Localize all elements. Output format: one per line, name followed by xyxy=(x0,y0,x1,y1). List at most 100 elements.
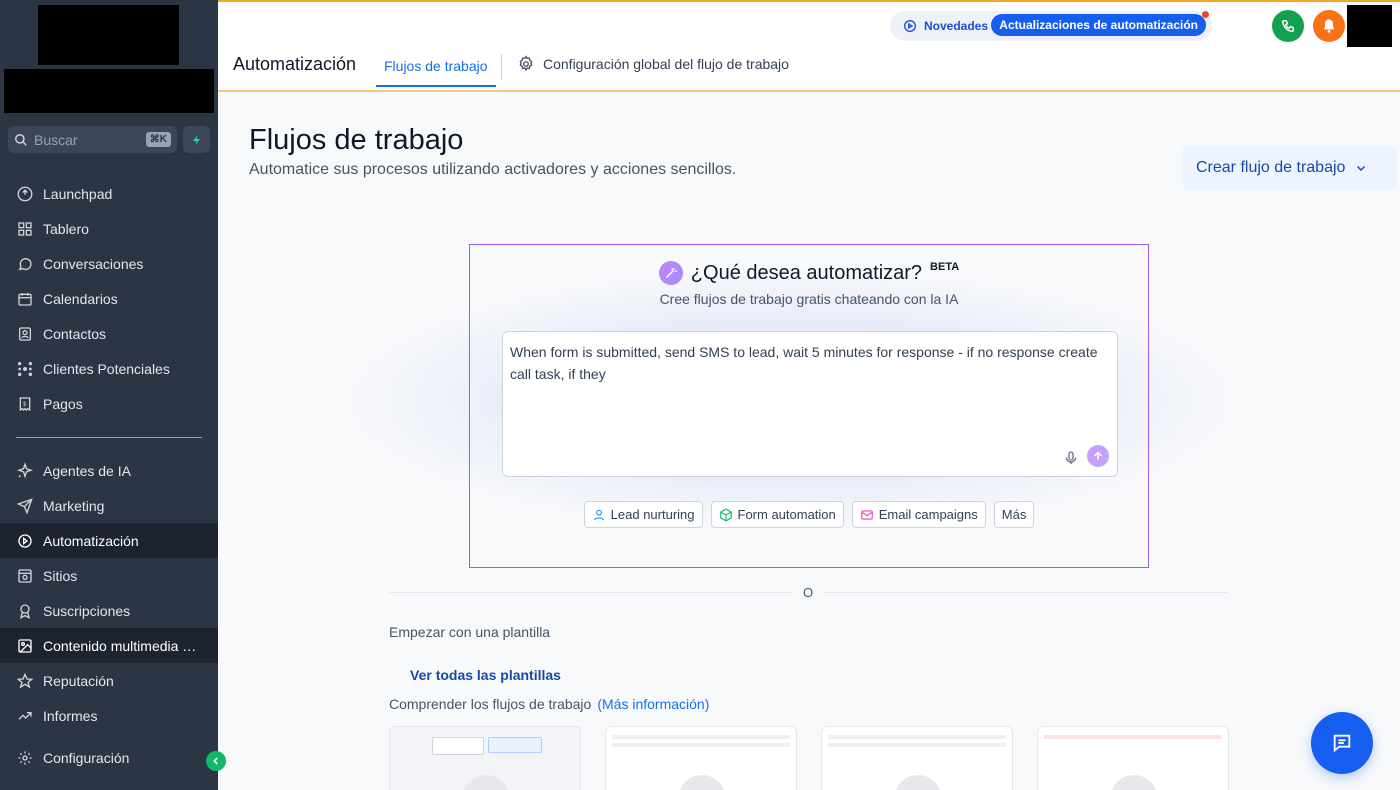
nav-secondary: Agentes de IA Marketing Automatización S… xyxy=(0,453,218,733)
sidebar-item-contactos[interactable]: Contactos xyxy=(0,316,218,351)
sidebar-item-tablero[interactable]: Tablero xyxy=(0,211,218,246)
nav-settings: Configuración xyxy=(0,740,218,775)
sidebar-item-automatizacion[interactable]: Automatización xyxy=(0,523,218,558)
user-icon xyxy=(592,508,606,522)
sidebar-divider xyxy=(16,437,202,438)
sidebar-item-label: Automatización xyxy=(43,532,139,549)
chip-label: Form automation xyxy=(737,507,836,522)
award-icon xyxy=(16,602,34,620)
user-avatar[interactable] xyxy=(1347,5,1392,47)
sidebar-item-label: Configuración xyxy=(43,749,130,766)
lightning-icon xyxy=(192,134,200,145)
suggestion-chips: Lead nurturing Form automation Email cam… xyxy=(470,501,1148,528)
sidebar-item-label: Launchpad xyxy=(43,185,113,202)
automation-icon xyxy=(16,532,34,550)
sidebar-item-marketing[interactable]: Marketing xyxy=(0,488,218,523)
notifications-button[interactable] xyxy=(1313,10,1345,42)
ai-title: ¿Qué desea automatizar? xyxy=(690,261,923,284)
sidebar-item-label: Agentes de IA xyxy=(43,462,131,479)
quick-actions-button[interactable] xyxy=(183,126,210,153)
sidebar-item-configuracion[interactable]: Configuración xyxy=(0,740,218,775)
sidebar-item-pagos[interactable]: $ Pagos xyxy=(0,386,218,421)
sidebar-item-label: Contactos xyxy=(43,325,107,342)
automation-updates-badge[interactable]: Actualizaciones de automatización xyxy=(991,14,1206,36)
divider-right xyxy=(824,592,1228,593)
app-title: Automatización xyxy=(233,54,357,74)
chip-label: Más xyxy=(1001,507,1027,522)
thumb-row xyxy=(612,743,790,747)
send-button[interactable] xyxy=(1087,445,1109,467)
phone-button[interactable] xyxy=(1272,10,1304,42)
sidebar-item-informes[interactable]: Informes xyxy=(0,698,218,733)
sidebar-item-label: Contenido multimedia U... xyxy=(43,637,203,654)
more-info-link[interactable]: (Más información) xyxy=(597,696,709,712)
phone-icon xyxy=(1282,20,1294,32)
nav-main: Launchpad Tablero Conversaciones Calenda… xyxy=(0,176,218,421)
sidebar-item-reputacion[interactable]: Reputación xyxy=(0,663,218,698)
company-logo[interactable] xyxy=(38,5,179,65)
video-play-overlay xyxy=(894,775,942,790)
novedades-label: Novedades xyxy=(924,19,989,33)
tab-workflows[interactable]: Flujos de trabajo xyxy=(376,47,496,87)
chevron-left-icon xyxy=(213,757,218,765)
cube-icon xyxy=(719,507,733,522)
sparkles-icon xyxy=(16,461,34,480)
sidebar-item-suscripciones[interactable]: Suscripciones xyxy=(0,593,218,628)
star-icon xyxy=(16,672,34,690)
thumb-node xyxy=(488,737,542,753)
search-input[interactable]: Buscar ⌘K xyxy=(8,126,177,153)
see-all-templates-link[interactable]: Ver todas las plantillas xyxy=(410,667,561,683)
video-thumbnail[interactable] xyxy=(1037,726,1229,790)
sidebar-item-agentes-ia[interactable]: Agentes de IA xyxy=(0,453,218,488)
tab-separator xyxy=(501,54,502,80)
microphone-icon[interactable] xyxy=(1063,450,1079,466)
start-template-heading: Empezar con una plantilla xyxy=(389,624,551,640)
gear-icon xyxy=(519,55,533,72)
beta-badge: BETA xyxy=(930,261,960,273)
sidebar-item-conversaciones[interactable]: Conversaciones xyxy=(0,246,218,281)
novedades-pill[interactable]: Novedades Actualizaciones de automatizac… xyxy=(890,11,1212,41)
create-workflow-button[interactable]: Crear flujo de trabajo xyxy=(1182,146,1397,190)
sidebar-item-label: Reputación xyxy=(43,672,114,689)
sidebar-item-clientes-potenciales[interactable]: Clientes Potenciales xyxy=(0,351,218,386)
create-workflow-label: Crear flujo de trabajo xyxy=(1196,159,1346,176)
chat-widget-button[interactable] xyxy=(1311,712,1373,774)
sidebar-item-launchpad[interactable]: Launchpad xyxy=(0,176,218,211)
receipt-icon: $ xyxy=(16,395,34,413)
sites-icon xyxy=(16,567,34,585)
chat-icon xyxy=(1333,734,1351,753)
collapse-sidebar-button[interactable] xyxy=(206,751,226,771)
sidebar-item-label: Suscripciones xyxy=(43,602,131,619)
or-separator: O xyxy=(803,585,814,600)
account-switcher[interactable] xyxy=(4,69,214,113)
ai-prompt-input[interactable]: When form is submitted, send SMS to lead… xyxy=(502,331,1118,477)
chip-email-campaigns[interactable]: Email campaigns xyxy=(851,501,986,528)
video-thumbnail[interactable] xyxy=(389,726,581,790)
sidebar-item-calendarios[interactable]: Calendarios xyxy=(0,281,218,316)
chip-label: Email campaigns xyxy=(878,507,978,522)
divider-left xyxy=(389,592,793,593)
sidebar-item-label: Pagos xyxy=(43,395,83,412)
understand-workflows-heading: Comprender los flujos de trabajo (Más inf… xyxy=(389,696,709,712)
dashboard-icon xyxy=(16,220,34,238)
tab-global-config[interactable]: Configuración global del flujo de trabaj… xyxy=(517,55,789,73)
chip-label: Lead nurturing xyxy=(610,507,695,522)
video-thumbnail[interactable] xyxy=(605,726,797,790)
image-icon xyxy=(16,637,34,655)
ai-workflow-builder: ¿Qué desea automatizar? BETA Cree flujos… xyxy=(469,244,1149,568)
search-icon xyxy=(15,133,27,146)
chip-more[interactable]: Más xyxy=(993,501,1035,528)
thumb-row xyxy=(612,735,790,739)
video-thumbnail[interactable] xyxy=(821,726,1013,790)
chip-form-automation[interactable]: Form automation xyxy=(710,501,844,528)
sidebar-item-label: Conversaciones xyxy=(43,255,144,272)
sidebar-item-contenido-multimedia[interactable]: Contenido multimedia U... xyxy=(0,628,218,663)
thumb-row xyxy=(828,743,1006,747)
notification-dot xyxy=(1202,11,1209,18)
tab-global-config-label: Configuración global del flujo de trabaj… xyxy=(543,56,789,72)
ai-header: ¿Qué desea automatizar? BETA xyxy=(470,261,1148,285)
sidebar-item-label: Sitios xyxy=(43,567,78,584)
chat-bubble-icon xyxy=(16,255,34,273)
chip-lead-nurturing[interactable]: Lead nurturing xyxy=(583,501,703,528)
sidebar-item-sitios[interactable]: Sitios xyxy=(0,558,218,593)
